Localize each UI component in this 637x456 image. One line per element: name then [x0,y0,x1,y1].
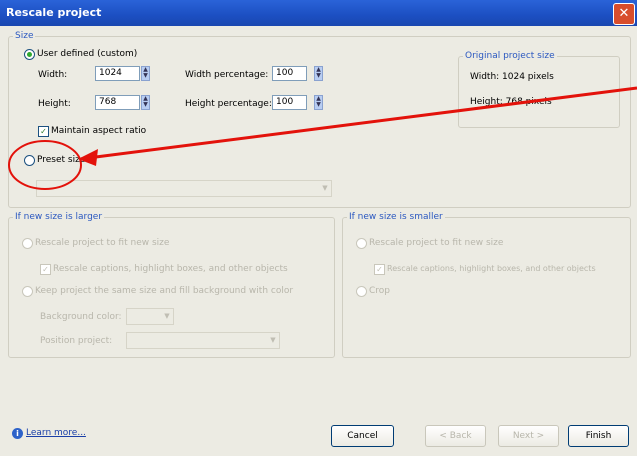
rescale-project-dialog: Rescale project ✕ Size User defined (cus… [0,0,637,456]
annotation-arrow-line [87,86,637,160]
annotation-circle [8,140,82,190]
annotation-overlay [8,86,637,190]
